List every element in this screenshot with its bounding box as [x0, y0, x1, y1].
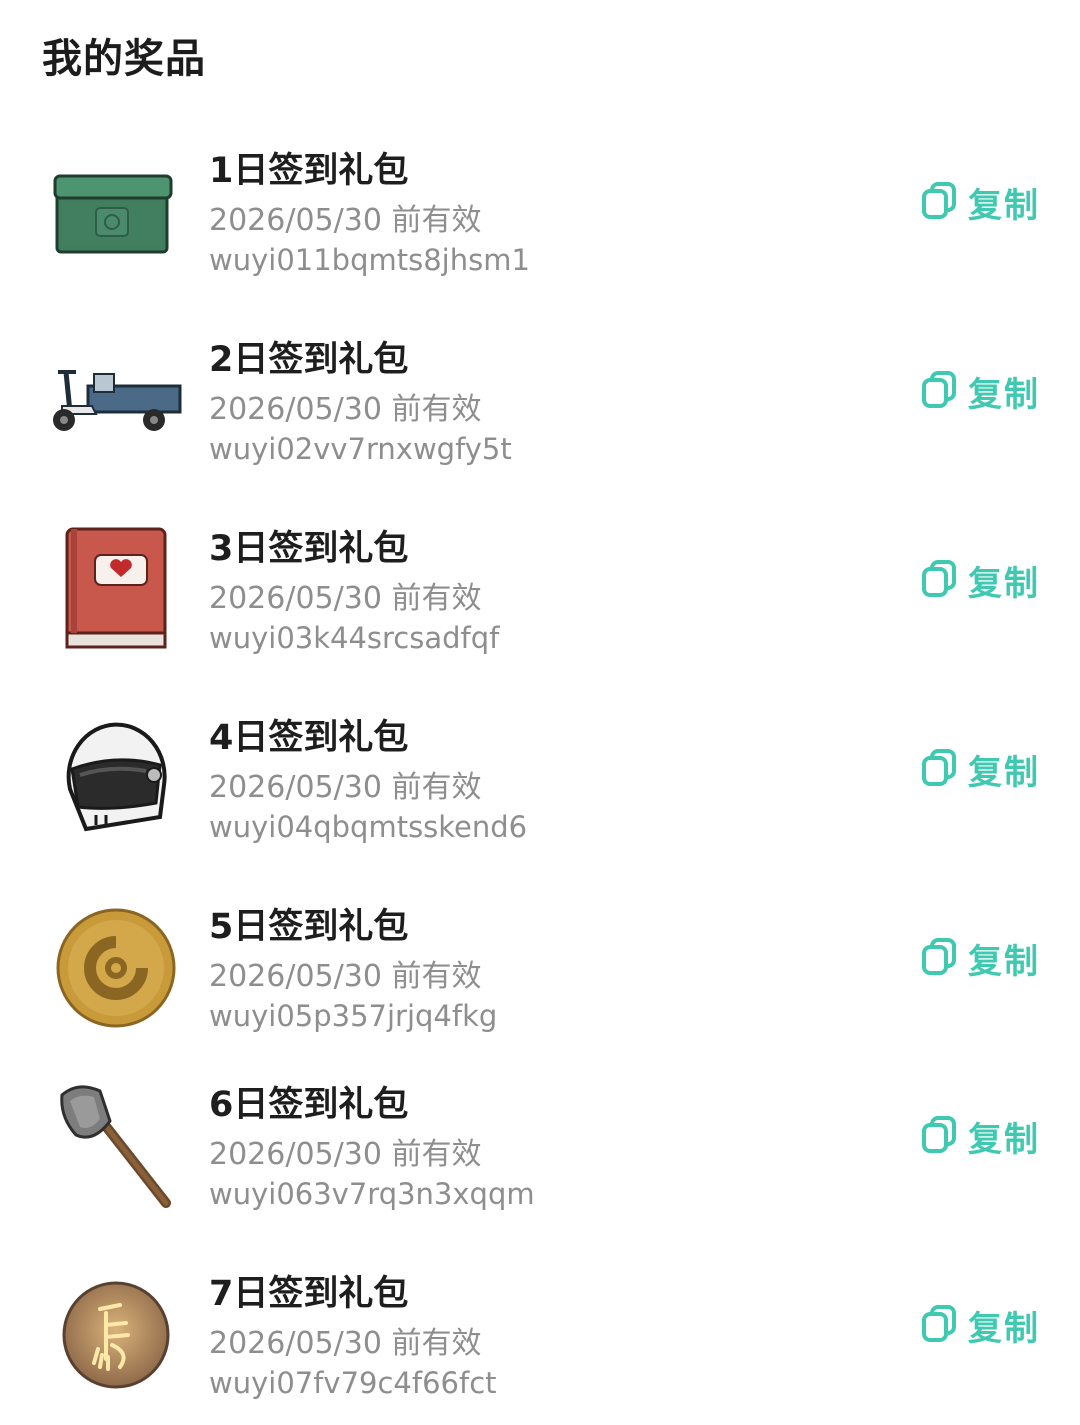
- prize-expiry: 2026/05/30 前有效: [209, 959, 482, 994]
- prize-item: 4日签到礼包 2026/05/30 前有效 wuyi04qbqmtsskend6…: [0, 699, 1080, 869]
- prize-item: 7日签到礼包 2026/05/30 前有效 wuyi07fv79c4f66fct…: [0, 1255, 1080, 1425]
- prize-expiry: 2026/05/30 前有效: [209, 1326, 482, 1361]
- copy-button[interactable]: 复制: [920, 1114, 1040, 1160]
- prize-name: 7日签到礼包: [209, 1274, 409, 1314]
- prize-name: 4日签到礼包: [209, 718, 409, 758]
- prize-code: wuyi03k44srcsadfqf: [209, 621, 500, 655]
- copy-icon: [920, 181, 958, 223]
- electric-tricycle-icon: [48, 341, 184, 461]
- red-book-heart-icon: [48, 527, 184, 650]
- copy-button[interactable]: 复制: [920, 180, 1040, 226]
- prize-item: 3日签到礼包 2026/05/30 前有效 wuyi03k44srcsadfqf…: [0, 510, 1080, 680]
- copy-button[interactable]: 复制: [920, 558, 1040, 604]
- copy-button[interactable]: 复制: [920, 936, 1040, 982]
- prize-expiry: 2026/05/30 前有效: [209, 392, 482, 427]
- prize-code: wuyi05p357jrjq4fkg: [209, 999, 498, 1033]
- copy-label: 复制: [968, 1308, 1040, 1349]
- copy-icon: [920, 1115, 958, 1157]
- copy-icon: [920, 559, 958, 601]
- prize-name: 2日签到礼包: [209, 340, 409, 380]
- prize-name: 3日签到礼包: [209, 529, 409, 569]
- page-title: 我的奖品: [42, 36, 206, 82]
- prize-code: wuyi04qbqmtsskend6: [209, 810, 528, 844]
- copy-button[interactable]: 复制: [920, 747, 1040, 793]
- prize-code: wuyi02vv7rnxwgfy5t: [209, 432, 512, 466]
- prize-expiry: 2026/05/30 前有效: [209, 1137, 482, 1172]
- horse-emblem-icon: [48, 1275, 184, 1395]
- prize-name: 6日签到礼包: [209, 1085, 409, 1125]
- axe-icon: [48, 1085, 184, 1208]
- prize-item: 2日签到礼包 2026/05/30 前有效 wuyi02vv7rnxwgfy5t…: [0, 321, 1080, 491]
- prize-item: 1日签到礼包 2026/05/30 前有效 wuyi011bqmts8jhsm1…: [0, 132, 1080, 302]
- copy-label: 复制: [968, 563, 1040, 604]
- prize-code: wuyi011bqmts8jhsm1: [209, 243, 530, 277]
- copy-button[interactable]: 复制: [920, 369, 1040, 415]
- prize-name: 1日签到礼包: [209, 151, 409, 191]
- copy-label: 复制: [968, 374, 1040, 415]
- prize-expiry: 2026/05/30 前有效: [209, 770, 482, 805]
- copy-label: 复制: [968, 752, 1040, 793]
- prize-name: 5日签到礼包: [209, 907, 409, 947]
- helmet-icon: [48, 719, 184, 839]
- prize-item: 6日签到礼包 2026/05/30 前有效 wuyi063v7rq3n3xqqm…: [0, 1066, 1080, 1236]
- copy-icon: [920, 748, 958, 790]
- prize-item: 5日签到礼包 2026/05/30 前有效 wuyi05p357jrjq4fkg…: [0, 888, 1080, 1058]
- copy-icon: [920, 937, 958, 979]
- gold-coin-icon: [48, 908, 184, 1028]
- copy-label: 复制: [968, 941, 1040, 982]
- prize-expiry: 2026/05/30 前有效: [209, 581, 482, 616]
- prize-expiry: 2026/05/30 前有效: [209, 203, 482, 238]
- copy-icon: [920, 1304, 958, 1346]
- prize-code: wuyi063v7rq3n3xqqm: [209, 1177, 535, 1211]
- prize-code: wuyi07fv79c4f66fct: [209, 1366, 497, 1400]
- green-chest-icon: [48, 152, 184, 272]
- copy-label: 复制: [968, 185, 1040, 226]
- copy-button[interactable]: 复制: [920, 1303, 1040, 1349]
- copy-icon: [920, 370, 958, 412]
- copy-label: 复制: [968, 1119, 1040, 1160]
